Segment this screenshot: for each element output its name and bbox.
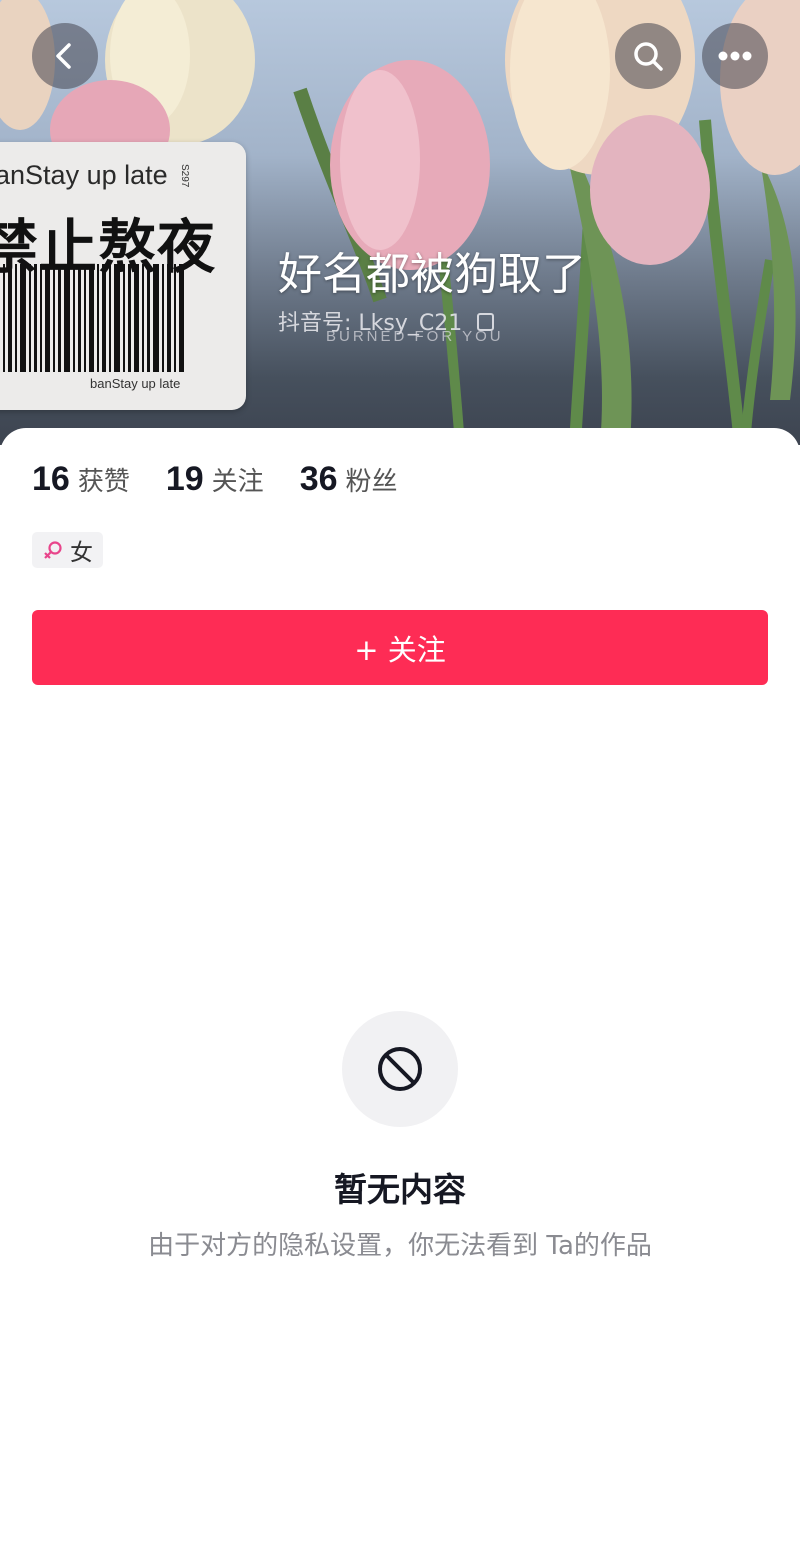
- overlay-text: BURNED FOR YOU: [326, 328, 504, 345]
- female-icon: [44, 541, 62, 559]
- avatar-code: S297: [179, 164, 190, 188]
- gender-tag: 女: [32, 532, 103, 568]
- nickname: 好名都被狗取了: [278, 249, 586, 300]
- follow-button[interactable]: + 关注: [32, 610, 768, 685]
- gender-tag-label: 女: [70, 540, 93, 566]
- profile-header: banStay up late S297 禁止熬夜 banStay up lat…: [0, 0, 800, 445]
- avatar-text-line3: banStay up late: [90, 376, 181, 391]
- stat-following-count: 19: [165, 460, 204, 498]
- stat-followers[interactable]: 36 粉丝: [300, 460, 398, 499]
- empty-state-description: 由于对方的隐私设置，你无法看到 Ta的作品: [148, 1231, 652, 1261]
- avatar-text-line1: banStay up late: [0, 160, 168, 190]
- stat-following[interactable]: 19 关注: [166, 460, 264, 499]
- profile-card: 16 获赞 19 关注 36 粉丝 女 + 关注 暂无内容 由于对方的隐私设置，…: [0, 428, 800, 1562]
- prohibited-icon: [378, 1047, 422, 1091]
- stat-followers-label: 粉丝: [345, 467, 398, 497]
- empty-state-title: 暂无内容: [334, 1170, 466, 1209]
- search-icon: [634, 42, 663, 71]
- stat-likes-label: 获赞: [77, 467, 130, 497]
- stat-likes[interactable]: 16 获赞: [32, 460, 130, 499]
- search-button[interactable]: [615, 23, 681, 89]
- chevron-left-icon: [56, 43, 71, 69]
- stat-likes-count: 16: [32, 460, 70, 498]
- more-dots-icon: [718, 51, 752, 61]
- stat-followers-count: 36: [299, 460, 338, 498]
- barcode-graphic: [3, 264, 184, 372]
- back-button[interactable]: [32, 23, 98, 89]
- more-button[interactable]: [702, 23, 768, 89]
- stat-following-label: 关注: [211, 467, 264, 497]
- avatar[interactable]: banStay up late S297 禁止熬夜 banStay up lat…: [0, 142, 246, 410]
- empty-state-icon-wrap: [342, 1011, 458, 1127]
- stats-row: 16 获赞 19 关注 36 粉丝: [32, 460, 434, 499]
